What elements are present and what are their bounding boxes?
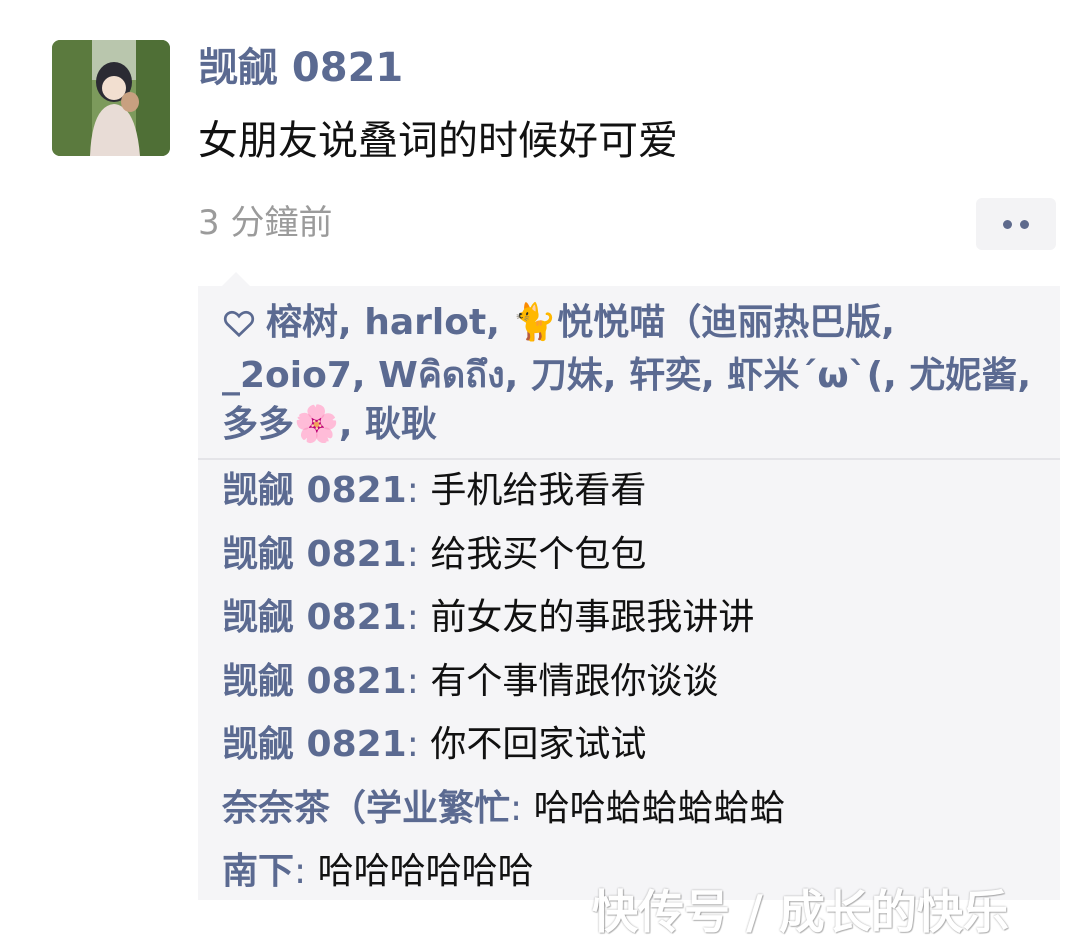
like-name[interactable]: 尤妮酱	[909, 355, 1017, 396]
like-separator: ,	[883, 355, 910, 396]
comment-text: 前女友的事跟我讲讲	[430, 597, 755, 638]
more-dot-icon	[1020, 219, 1029, 229]
comment-colon: :	[406, 470, 431, 511]
comment-author[interactable]: 觊觎 0821	[222, 724, 407, 765]
like-name[interactable]: harlot	[364, 302, 486, 343]
comment-colon: :	[406, 597, 431, 638]
like-separator: ,	[486, 302, 513, 343]
like-separator: ,	[351, 355, 379, 396]
more-options-button[interactable]	[976, 198, 1056, 250]
like-separator: ,	[881, 302, 895, 343]
post-username[interactable]: 觊觎 0821	[198, 40, 403, 96]
comment-author[interactable]: 觊觎 0821	[222, 470, 407, 511]
like-separator: ,	[1017, 355, 1032, 396]
likes-list: 榕树, harlot, 🐈悦悦喵（迪丽热巴版, _2oio7, Wคิดถึง,…	[222, 298, 1044, 449]
comment-colon: :	[510, 787, 534, 829]
comment-row[interactable]: 觊觎 0821: 手机给我看看	[222, 464, 1052, 528]
comment-colon: :	[294, 851, 318, 892]
comment-text: 给我买个包包	[430, 533, 647, 575]
like-name[interactable]: 榕树	[266, 302, 338, 343]
panel-divider	[198, 458, 1060, 460]
comment-text: 哈哈哈哈哈哈	[317, 851, 534, 892]
more-dot-icon	[1003, 219, 1012, 229]
comment-author[interactable]: 奈奈茶（学业繁忙	[222, 788, 510, 829]
comment-author[interactable]: 觊觎 0821	[222, 661, 407, 702]
like-name[interactable]: 虾米´ω`(	[727, 355, 883, 396]
like-name[interactable]: 多多🌸	[222, 404, 339, 445]
like-name[interactable]: 耿耿	[365, 404, 437, 445]
comment-text: 你不回家试试	[430, 724, 647, 765]
like-separator: ,	[338, 404, 366, 445]
comment-row[interactable]: 觊觎 0821: 你不回家试试	[222, 718, 1052, 782]
comment-colon: :	[406, 660, 431, 702]
watermark: 快传号 / 成长的快乐	[592, 885, 1009, 939]
like-separator: ,	[338, 302, 365, 343]
comment-text: 手机给我看看	[430, 470, 647, 511]
avatar[interactable]	[52, 40, 170, 156]
like-name[interactable]: Wคิดถึง	[378, 355, 505, 396]
heart-outline-icon	[222, 302, 256, 351]
panel-arrow	[222, 272, 250, 286]
comment-row[interactable]: 觊觎 0821: 前女友的事跟我讲讲	[222, 591, 1052, 655]
like-separator: ,	[602, 355, 630, 396]
comment-colon: :	[406, 724, 431, 765]
comment-text: 有个事情跟你谈谈	[430, 660, 719, 702]
like-name[interactable]: 刀妹	[531, 355, 603, 396]
post-text: 女朋友说叠词的时候好可爱	[198, 118, 678, 164]
comment-row[interactable]: 奈奈茶（学业繁忙: 哈哈蛤蛤蛤蛤蛤	[222, 782, 1052, 846]
like-separator: ,	[701, 355, 728, 396]
post-timestamp: 3 分鐘前	[198, 203, 333, 243]
comment-row[interactable]: 觊觎 0821: 有个事情跟你谈谈	[222, 655, 1052, 719]
comment-row[interactable]: 觊觎 0821: 给我买个包包	[222, 528, 1052, 592]
comment-author[interactable]: 觊觎 0821	[222, 597, 407, 638]
like-separator: ,	[504, 355, 531, 396]
like-name[interactable]: 🐈悦悦喵（迪丽热巴版	[512, 302, 881, 343]
comment-colon: :	[406, 533, 431, 575]
like-name[interactable]: 轩奕	[629, 355, 701, 396]
comment-author[interactable]: 南下	[222, 851, 294, 892]
comment-text: 哈哈蛤蛤蛤蛤蛤	[533, 787, 786, 829]
like-name[interactable]: _2oio7	[222, 355, 352, 396]
comment-author[interactable]: 觊觎 0821	[222, 534, 407, 575]
comments-list: 觊觎 0821: 手机给我看看 觊觎 0821: 给我买个包包 觊觎 0821:…	[222, 464, 1052, 909]
